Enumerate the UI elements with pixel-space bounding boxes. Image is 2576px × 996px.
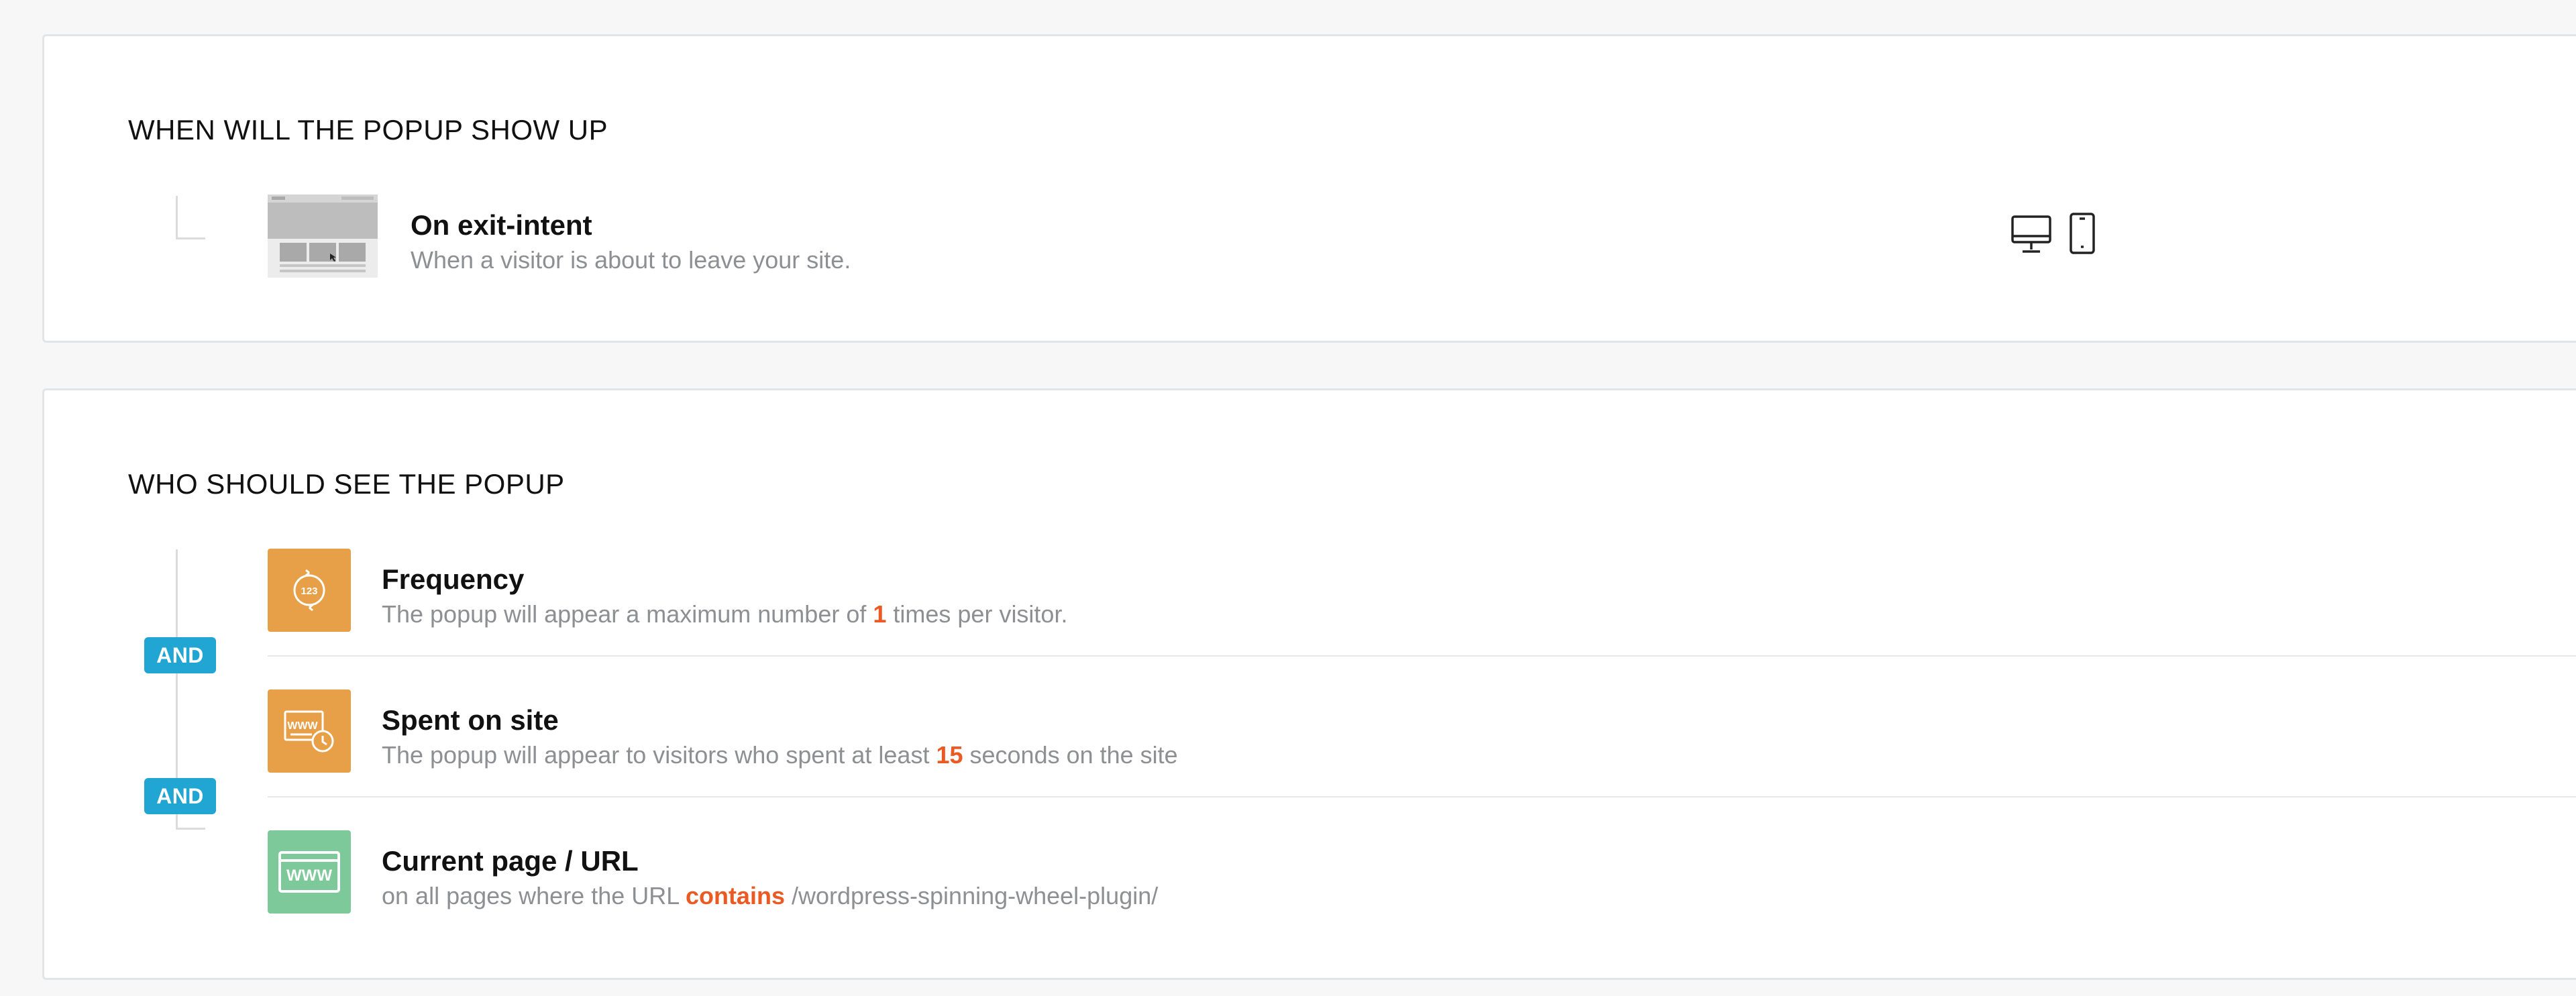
url-title: Current page / URL (382, 845, 639, 877)
audience-card: WHO SHOULD SEE THE POPUP AND AND 123 Fre… (42, 388, 2576, 980)
exit-intent-title: On exit-intent (411, 209, 592, 241)
url-rule[interactable]: WWW Current page / URL on all pages wher… (44, 830, 2576, 918)
mobile-icon[interactable] (2069, 212, 2096, 258)
and-badge: AND (144, 778, 216, 814)
time-on-site-description: The popup will appear to visitors who sp… (382, 741, 1178, 769)
frequency-rule[interactable]: 123 Frequency The popup will appear a ma… (44, 549, 2576, 636)
url-operator[interactable]: contains (686, 882, 785, 909)
time-on-site-title: Spent on site (382, 704, 559, 736)
row-divider (268, 655, 2576, 657)
frequency-description: The popup will appear a maximum number o… (382, 600, 1068, 628)
url-icon: WWW (268, 830, 351, 914)
url-description: on all pages where the URL contains /wor… (382, 882, 1159, 909)
trigger-card: WHEN WILL THE POPUP SHOW UP On exit-inte… (42, 34, 2576, 343)
trigger-section-title: WHEN WILL THE POPUP SHOW UP (128, 114, 608, 146)
time-on-site-value[interactable]: 15 (936, 741, 963, 769)
and-badge: AND (144, 637, 216, 673)
svg-text:WWW: WWW (286, 867, 332, 885)
svg-text:WWW: WWW (287, 720, 318, 732)
time-on-site-icon: WWW (268, 689, 351, 773)
exit-intent-description: When a visitor is about to leave your si… (411, 246, 851, 274)
desktop-icon[interactable] (2010, 215, 2052, 258)
frequency-value[interactable]: 1 (873, 600, 886, 628)
exit-intent-thumbnail-icon (268, 195, 378, 278)
exit-intent-rule[interactable]: On exit-intent When a visitor is about t… (44, 195, 2576, 282)
frequency-icon: 123 (268, 549, 351, 632)
svg-text:123: 123 (301, 586, 317, 597)
time-on-site-rule[interactable]: WWW Spent on site The popup will appear … (44, 689, 2576, 777)
audience-section-title: WHO SHOULD SEE THE POPUP (128, 468, 565, 500)
row-divider (268, 796, 2576, 797)
frequency-title: Frequency (382, 563, 525, 595)
connector-line (176, 828, 205, 830)
